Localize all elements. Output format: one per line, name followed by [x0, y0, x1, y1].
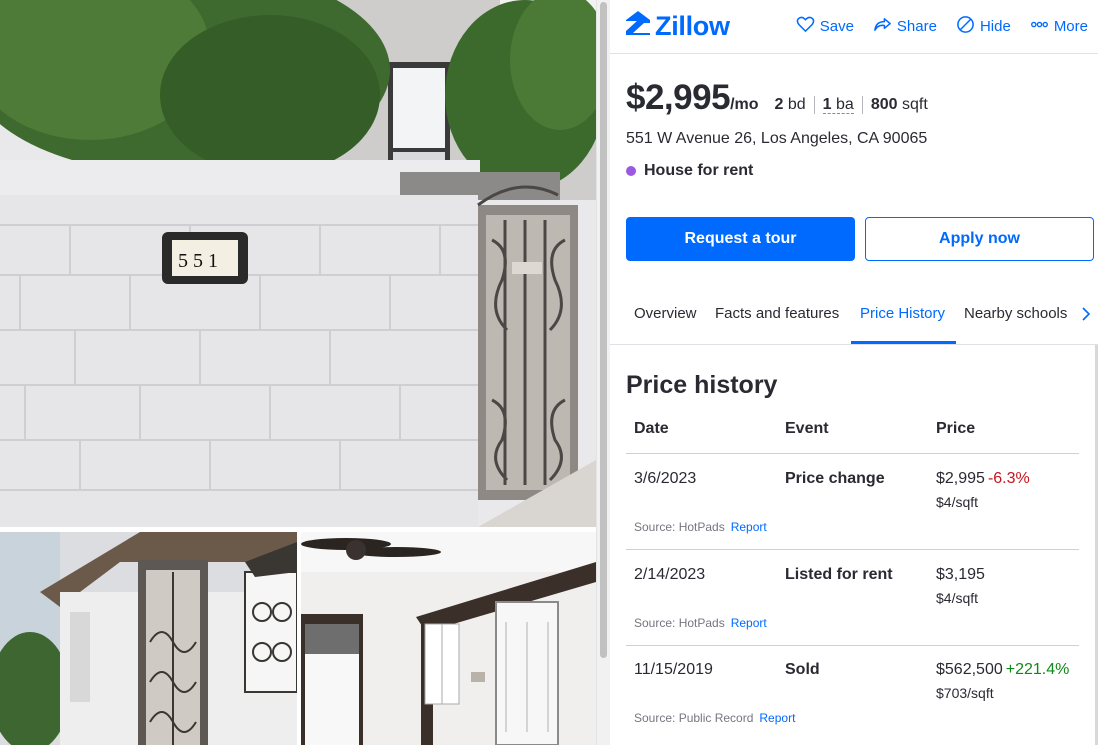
sqft-value: 800: [870, 96, 898, 113]
price-summary: $2,995 /mo 2 bd 1 ba 800 sqft: [626, 78, 936, 118]
sqft-fact: 800 sqft: [861, 96, 936, 114]
chevron-right-icon: [1078, 307, 1094, 328]
column-header-date: Date: [634, 420, 669, 437]
report-link[interactable]: Report: [731, 616, 767, 630]
share-button[interactable]: Share: [873, 15, 937, 38]
tab-overview[interactable]: Overview: [634, 305, 697, 322]
row-source: Source: HotPads Report: [634, 520, 767, 534]
price-history-row: 3/6/2023 Price change $2,995 -6.3% $4/sqf…: [626, 454, 1079, 550]
gallery-scrollbar[interactable]: [596, 0, 610, 745]
share-label: Share: [896, 18, 937, 35]
row-price-cell: $3,195: [936, 566, 985, 584]
status-label: House for rent: [644, 162, 754, 179]
more-label: More: [1053, 18, 1088, 35]
row-price-cell: $2,995 -6.3%: [936, 470, 1030, 488]
row-source-label: Source: HotPads: [634, 520, 725, 534]
row-price: $3,195: [936, 566, 985, 583]
zillow-logo[interactable]: Zillow: [625, 10, 730, 43]
main-photo-front-gate[interactable]: 5 5 1: [0, 0, 596, 527]
beds-unit: bd: [787, 96, 806, 113]
more-dots-icon: [1030, 15, 1049, 38]
listing-tabs: Overview Facts and features Price Histor…: [610, 285, 1098, 345]
listing-address: 551 W Avenue 26, Los Angeles, CA 90065: [626, 130, 928, 147]
baths-value: 1: [822, 96, 832, 113]
more-button[interactable]: More: [1030, 15, 1088, 38]
beds-value: 2: [774, 96, 784, 113]
hide-button[interactable]: Hide: [956, 15, 1011, 38]
tab-facts-and-features[interactable]: Facts and features: [715, 305, 839, 322]
beds-fact: 2 bd: [775, 96, 814, 114]
row-source-label: Source: HotPads: [634, 616, 725, 630]
row-price-per-sqft: $4/sqft: [936, 494, 979, 510]
price-history-row: 2/14/2023 Listed for rent $3,195 $4/sqft…: [626, 550, 1079, 646]
svg-text:5 5 1: 5 5 1: [178, 250, 218, 272]
tabs-next-button[interactable]: [1078, 304, 1094, 324]
price-history-title: Price history: [626, 371, 778, 399]
row-date: 2/14/2023: [634, 566, 706, 583]
tab-price-history[interactable]: Price History: [860, 305, 945, 322]
hide-icon: [956, 15, 975, 38]
row-price-change: -6.3%: [987, 470, 1030, 487]
price-history-row: 11/15/2019 Sold $562,500 +221.4% $703/sqf…: [626, 645, 1079, 741]
row-price-per-sqft: $703/sqft: [936, 685, 994, 701]
baths-fact[interactable]: 1 ba: [813, 96, 862, 114]
column-header-event: Event: [785, 420, 829, 437]
photo-gallery: 5 5 1: [0, 0, 596, 745]
row-source-label: Source: Public Record: [634, 711, 754, 725]
photo-interior-room[interactable]: [301, 532, 596, 745]
row-price-per-sqft: $4/sqft: [936, 590, 979, 606]
brand-name: Zillow: [655, 11, 730, 41]
gallery-scrollbar-thumb[interactable]: [600, 2, 607, 658]
report-link[interactable]: Report: [731, 520, 767, 534]
listing-header-bar: Zillow Save Share Hide More: [610, 0, 1098, 54]
photo-security-door[interactable]: [0, 532, 297, 745]
report-link[interactable]: Report: [759, 711, 795, 725]
column-header-price: Price: [936, 420, 976, 437]
save-button[interactable]: Save: [796, 15, 854, 38]
heart-icon: [796, 15, 815, 38]
row-price-cell: $562,500 +221.4%: [936, 661, 1069, 679]
row-source: Source: Public Record Report: [634, 711, 795, 725]
row-price: $562,500: [936, 661, 1003, 678]
active-tab-indicator: [851, 341, 956, 344]
row-source: Source: HotPads Report: [634, 616, 767, 630]
zillow-logo-icon: [625, 10, 651, 43]
tab-nearby-schools[interactable]: Nearby schools: [964, 305, 1067, 322]
request-tour-button[interactable]: Request a tour: [626, 217, 855, 261]
sqft-unit: sqft: [901, 96, 928, 113]
row-price: $2,995: [936, 470, 985, 487]
hide-label: Hide: [979, 18, 1011, 35]
apply-now-button[interactable]: Apply now: [865, 217, 1094, 261]
save-label: Save: [819, 18, 854, 35]
rent-price: $2,995: [626, 78, 731, 117]
row-date: 3/6/2023: [634, 470, 697, 487]
share-icon: [873, 15, 892, 38]
price-unit: /mo: [730, 96, 759, 113]
listing-details-panel: Zillow Save Share Hide More $2,995 /mo 2…: [610, 0, 1098, 745]
row-price-change: +221.4%: [1005, 661, 1070, 678]
listing-status: House for rent: [626, 162, 753, 180]
row-event: Listed for rent: [785, 566, 893, 583]
row-date: 11/15/2019: [634, 661, 713, 678]
baths-tooltip-trigger[interactable]: 1 ba: [822, 96, 854, 114]
baths-unit: ba: [836, 96, 854, 113]
header-actions: Save Share Hide More: [796, 15, 1088, 38]
row-event: Sold: [785, 661, 820, 678]
row-event: Price change: [785, 470, 885, 487]
status-dot-icon: [626, 166, 636, 176]
